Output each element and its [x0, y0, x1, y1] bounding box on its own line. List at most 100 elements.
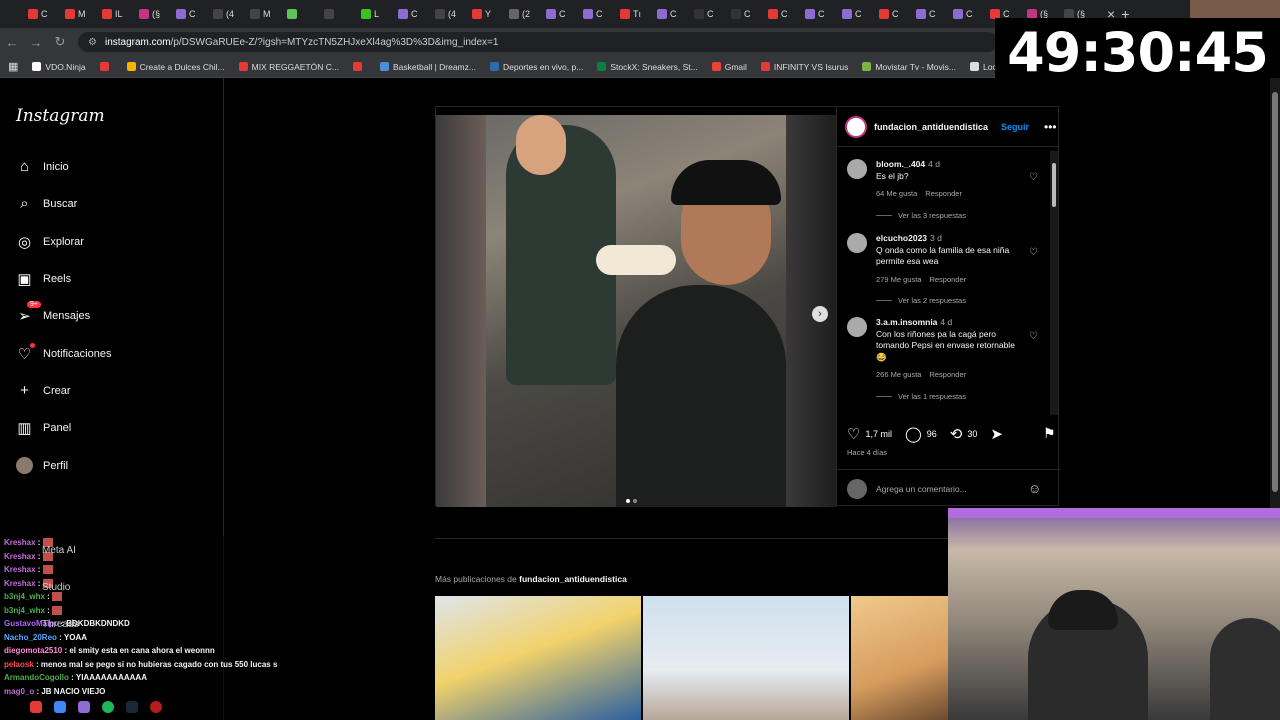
more-post-thumbnail[interactable] — [643, 596, 849, 720]
taskbar-icon[interactable] — [30, 701, 42, 713]
commenter-avatar[interactable] — [847, 159, 867, 179]
reply-button[interactable]: Responder — [929, 275, 966, 284]
browser-tab[interactable]: (§ — [139, 0, 176, 28]
nav-mensajes[interactable]: ➢ 9+ Mensajes — [16, 301, 90, 325]
more-posts-user[interactable]: fundacion_antiduendistica — [519, 574, 627, 584]
browser-tab[interactable] — [287, 0, 324, 28]
apps-grid-icon[interactable]: ▦ — [8, 60, 18, 73]
bookmark-item[interactable]: VDO.Ninja — [32, 62, 86, 72]
steam-icon[interactable] — [126, 701, 138, 713]
taskbar-icon[interactable] — [78, 701, 90, 713]
follow-button[interactable]: Seguir — [1001, 122, 1029, 132]
commenter-avatar[interactable] — [847, 233, 867, 253]
comment-like-icon[interactable]: ♡ — [1029, 247, 1038, 259]
browser-tab[interactable]: C — [731, 0, 768, 28]
comments-list[interactable]: bloom._.404 4 d Es el jb? 64 Me gusta Respon… — [837, 151, 1051, 415]
next-image-button[interactable]: › — [812, 306, 828, 322]
browser-tab[interactable]: C — [842, 0, 879, 28]
nav-inicio[interactable]: ⌂ Inicio — [16, 158, 69, 175]
bookmark-item[interactable]: Create a Dulces Chil... — [126, 62, 225, 72]
nav-buscar[interactable]: ⌕ Buscar — [16, 195, 77, 212]
nav-perfil[interactable]: Perfil — [16, 457, 68, 474]
comments-scrollbar-thumb[interactable] — [1052, 163, 1056, 207]
spotify-icon[interactable] — [102, 701, 114, 713]
bookmark-item[interactable] — [352, 62, 366, 71]
browser-tab[interactable]: IL — [102, 0, 139, 28]
comment-likes[interactable]: 266 Me gusta — [876, 370, 921, 379]
browser-tab[interactable]: C — [805, 0, 842, 28]
browser-tab[interactable]: C — [657, 0, 694, 28]
bookmark-item[interactable]: Movistar Tv - Movis... — [862, 62, 956, 72]
browser-tab[interactable]: M — [250, 0, 287, 28]
comment-likes[interactable]: 64 Me gusta — [876, 189, 917, 198]
browser-tab[interactable]: C — [916, 0, 953, 28]
reload-icon[interactable]: ↻ — [48, 34, 72, 50]
site-info-icon[interactable]: ⚙ — [88, 37, 97, 48]
like-count[interactable]: 1,7 mil — [865, 429, 892, 439]
more-options-icon[interactable]: ••• — [1044, 120, 1057, 134]
browser-tab[interactable]: Tı — [620, 0, 657, 28]
browser-tab[interactable]: C — [398, 0, 435, 28]
view-replies[interactable]: Ver las 3 respuestas — [876, 210, 1026, 222]
comment-like-icon[interactable]: ♡ — [1029, 172, 1038, 184]
bookmark-item[interactable] — [99, 62, 113, 71]
nav-crear[interactable]: + Crear — [16, 382, 70, 399]
bookmark-item[interactable]: StockX: Sneakers, St... — [597, 62, 698, 72]
bookmark-item[interactable]: INFINITY VS Isurus — [760, 62, 848, 72]
browser-tab[interactable]: (4 — [435, 0, 472, 28]
browser-tab[interactable]: (2 — [509, 0, 546, 28]
nav-explorar[interactable]: ◎ Explorar — [16, 233, 84, 251]
author-username[interactable]: fundacion_antiduendistica — [874, 122, 988, 132]
browser-tab[interactable] — [324, 0, 361, 28]
bookmark-item[interactable]: Gmail — [711, 62, 747, 72]
browser-tab[interactable]: C — [694, 0, 731, 28]
reply-button[interactable]: Responder — [929, 370, 966, 379]
bookmark-item[interactable]: Deportes en vivo, p... — [489, 62, 583, 72]
browser-tab[interactable]: C — [28, 0, 65, 28]
url-input[interactable]: ⚙ instagram.com /p/DSWGaRUEe-Z/?igsh=MTY… — [78, 32, 998, 52]
bookmark-icon[interactable]: ⚑ — [1043, 425, 1056, 442]
commenter-name[interactable]: elcucho2023 — [876, 233, 927, 243]
sidebar-more-item[interactable]: Threads — [42, 619, 79, 630]
reply-button[interactable]: Responder — [925, 189, 962, 198]
page-scrollbar-thumb[interactable] — [1272, 92, 1278, 492]
browser-tab[interactable]: C — [879, 0, 916, 28]
taskbar-icon[interactable] — [54, 701, 66, 713]
back-icon[interactable]: ← — [0, 35, 24, 50]
post-media[interactable]: › — [436, 115, 836, 507]
repost-icon[interactable]: ⟲ — [950, 425, 963, 443]
more-post-thumbnail[interactable] — [435, 596, 641, 720]
browser-tab[interactable]: C — [953, 0, 990, 28]
commenter-name[interactable]: bloom._.404 — [876, 159, 925, 169]
forward-icon[interactable]: → — [24, 35, 48, 50]
nav-reels[interactable]: ▣ Reels — [16, 270, 71, 288]
bookmark-item[interactable]: MIX REGGAETÓN C... — [238, 62, 339, 72]
browser-tab[interactable]: C — [176, 0, 213, 28]
browser-tab[interactable]: C — [768, 0, 805, 28]
page-scrollbar[interactable] — [1270, 78, 1280, 508]
sidebar-more-item[interactable]: Meta AI — [42, 545, 76, 556]
like-icon[interactable]: ♡ — [847, 425, 860, 443]
share-icon[interactable]: ➤ — [990, 425, 1003, 443]
browser-tab[interactable]: L — [361, 0, 398, 28]
author-avatar[interactable] — [845, 115, 867, 138]
comment-likes[interactable]: 279 Me gusta — [876, 275, 921, 284]
instagram-logo[interactable]: Instagram — [16, 106, 105, 126]
browser-tab[interactable]: (4 — [213, 0, 250, 28]
sidebar-more-item[interactable]: Studio — [42, 582, 70, 593]
nav-panel[interactable]: ▥ Panel — [16, 419, 71, 437]
browser-tab[interactable]: C — [583, 0, 620, 28]
view-replies[interactable]: Ver las 2 respuestas — [876, 295, 1026, 307]
browser-tab[interactable]: Y — [472, 0, 509, 28]
taskbar-icon[interactable] — [150, 701, 162, 713]
emoji-icon[interactable]: ☺ — [1028, 481, 1041, 496]
comment-icon[interactable]: ◯ — [905, 425, 922, 443]
comment-like-icon[interactable]: ♡ — [1029, 331, 1038, 343]
browser-tab[interactable]: M — [65, 0, 102, 28]
nav-notificaciones[interactable]: ♡ Notificaciones — [16, 343, 111, 363]
bookmark-item[interactable]: Basketball | Dreamz... — [379, 62, 476, 72]
view-replies[interactable]: Ver las 1 respuestas — [876, 391, 1026, 403]
more-post-thumbnail[interactable] — [851, 596, 948, 720]
comments-scrollbar[interactable] — [1050, 151, 1058, 415]
browser-tab[interactable]: C — [546, 0, 583, 28]
